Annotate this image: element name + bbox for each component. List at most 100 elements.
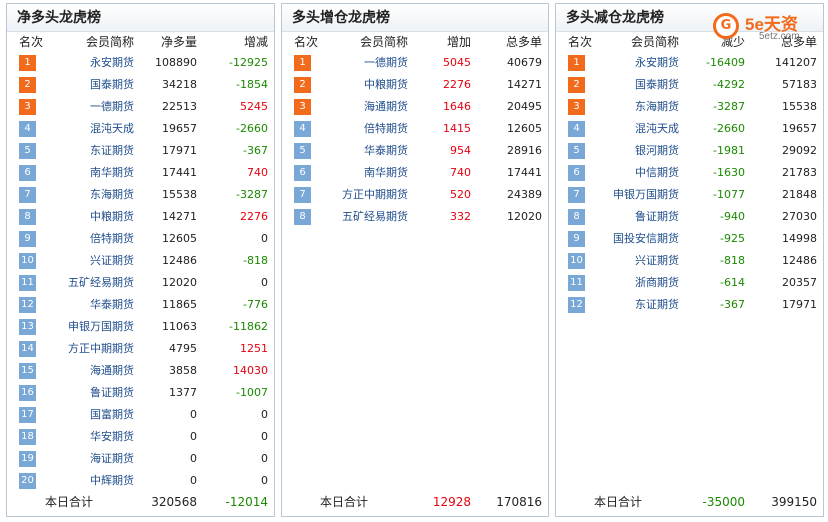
value-primary: 954 (450, 144, 471, 157)
value-primary: -3287 (713, 100, 745, 113)
member-name: 混沌天成 (635, 122, 679, 135)
value-secondary: 2276 (240, 210, 268, 223)
rank-badge: 8 (568, 209, 585, 225)
value-primary: 332 (450, 210, 471, 223)
value-secondary: 29092 (782, 144, 817, 157)
table-row: 20 中辉期货 0 0 (7, 470, 274, 492)
table-body: 1 永安期货 -16409 141207 2 国泰期货 -4292 57183 3 东海期货 -32… (556, 52, 823, 316)
member-name: 国投安信期货 (613, 232, 679, 245)
table-row: 3 一德期货 22513 5245 (7, 96, 274, 118)
rank-badge: 2 (568, 77, 585, 93)
value-secondary: 21848 (782, 188, 817, 201)
value-secondary: 15538 (782, 100, 817, 113)
table-row: 12 东证期货 -367 17971 (556, 294, 823, 316)
rank-badge: 6 (19, 165, 36, 181)
table-row: 13 申银万国期货 11063 -11862 (7, 316, 274, 338)
member-name: 五矿经易期货 (68, 276, 134, 289)
table-row: 11 浙商期货 -614 20357 (556, 272, 823, 294)
value-primary: 19657 (162, 122, 197, 135)
value-secondary: -1854 (236, 78, 268, 91)
rank-badge: 17 (19, 407, 36, 423)
table-row: 12 华泰期货 11865 -776 (7, 294, 274, 316)
member-name: 华安期货 (90, 430, 134, 443)
table-row: 8 鲁证期货 -940 27030 (556, 206, 823, 228)
value-primary: 12020 (162, 276, 197, 289)
header-change: 增减 (243, 35, 268, 49)
header-member: 会员简称 (85, 35, 134, 49)
value-primary: -1077 (713, 188, 745, 201)
rank-badge: 18 (19, 429, 36, 445)
table-row: 8 五矿经易期货 332 12020 (282, 206, 548, 228)
value-primary: 4795 (169, 342, 197, 355)
header-member: 会员简称 (359, 35, 408, 49)
table-row: 8 中粮期货 14271 2276 (7, 206, 274, 228)
value-secondary: 20495 (507, 100, 542, 113)
rank-badge: 3 (294, 99, 311, 115)
value-secondary: -776 (243, 298, 268, 311)
value-secondary: 17971 (782, 298, 817, 311)
rank-badge: 13 (19, 319, 36, 335)
total-change: -12014 (225, 495, 268, 509)
panel-title: 多头增仓龙虎榜 (282, 4, 548, 32)
value-secondary: 21783 (782, 166, 817, 179)
table-row: 16 鲁证期货 1377 -1007 (7, 382, 274, 404)
value-primary: -940 (720, 210, 745, 223)
member-name: 海证期货 (90, 452, 134, 465)
table-row: 1 一德期货 5045 40679 (282, 52, 548, 74)
rank-badge: 12 (19, 297, 36, 313)
net-long-panel: 净多头龙虎榜 名次 会员简称 净多量 增减 1 永安期货 108890 -12925 2… (6, 3, 275, 517)
member-name: 永安期货 (90, 56, 134, 69)
table-row: 1 永安期货 108890 -12925 (7, 52, 274, 74)
member-name: 国泰期货 (90, 78, 134, 91)
member-name: 一德期货 (364, 56, 408, 69)
site-logo[interactable]: G 5e天资 5etz.com (711, 7, 819, 47)
table-row: 6 中信期货 -1630 21783 (556, 162, 823, 184)
value-primary: 11063 (162, 320, 197, 333)
value-secondary: -1007 (236, 386, 268, 399)
table-row: 4 混沌天成 -2660 19657 (556, 118, 823, 140)
rank-badge: 4 (568, 121, 585, 137)
total-label: 本日合计 (594, 495, 643, 509)
member-name: 银河期货 (635, 144, 679, 157)
total-row: 本日合计 320568 -12014 (7, 492, 274, 512)
value-secondary: 0 (261, 430, 268, 443)
rank-badge: 3 (568, 99, 585, 115)
rank-badge: 14 (19, 341, 36, 357)
table-row: 10 兴证期货 -818 12486 (556, 250, 823, 272)
member-name: 浙商期货 (635, 276, 679, 289)
member-name: 中辉期货 (90, 474, 134, 487)
member-name: 倍特期货 (364, 122, 408, 135)
value-secondary: 5245 (240, 100, 268, 113)
value-primary: 14271 (162, 210, 197, 223)
member-name: 东海期货 (635, 100, 679, 113)
value-primary: -1630 (713, 166, 745, 179)
value-primary: 22513 (162, 100, 197, 113)
rank-badge: 9 (19, 231, 36, 247)
member-name: 中粮期货 (90, 210, 134, 223)
total-long: 399150 (771, 495, 817, 509)
rank-badge: 20 (19, 473, 36, 489)
value-secondary: 0 (261, 474, 268, 487)
member-name: 方正中期期货 (342, 188, 408, 201)
value-primary: 17441 (162, 166, 197, 179)
rank-badge: 10 (568, 253, 585, 269)
value-secondary: -2660 (236, 122, 268, 135)
value-primary: -1981 (713, 144, 745, 157)
value-secondary: 14030 (233, 364, 268, 377)
member-name: 中粮期货 (364, 78, 408, 91)
value-primary: 0 (190, 408, 197, 421)
header-total-long: 总多单 (505, 35, 542, 49)
rank-badge: 2 (294, 77, 311, 93)
value-primary: -818 (720, 254, 745, 267)
member-name: 兴证期货 (90, 254, 134, 267)
value-secondary: 0 (261, 232, 268, 245)
long-increase-panel: 多头增仓龙虎榜 名次 会员简称 增加 总多单 1 一德期货 5045 40679 2 中粮… (281, 3, 549, 517)
member-name: 五矿经易期货 (342, 210, 408, 223)
table-row: 7 东海期货 15538 -3287 (7, 184, 274, 206)
header-rank: 名次 (294, 35, 319, 49)
table-row: 2 国泰期货 34218 -1854 (7, 74, 274, 96)
rank-badge: 6 (294, 165, 311, 181)
value-primary: 0 (190, 430, 197, 443)
rank-badge: 2 (19, 77, 36, 93)
value-primary: 1646 (443, 100, 471, 113)
